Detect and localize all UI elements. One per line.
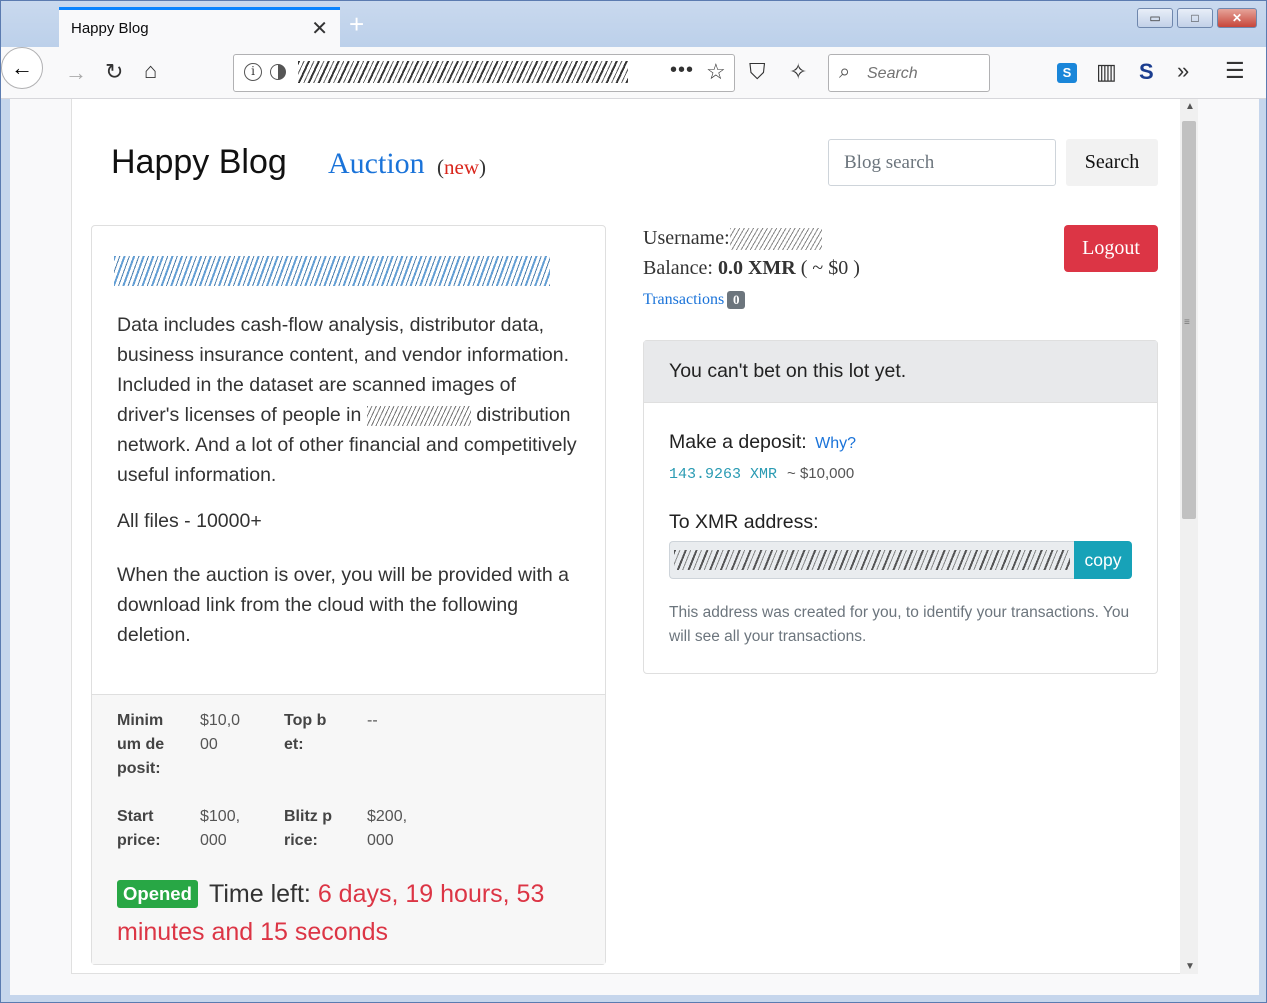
lot-note: When the auction is over, you will be pr… [117, 564, 569, 646]
tab-close-icon[interactable]: ✕ [311, 16, 328, 41]
why-link[interactable]: Why? [815, 435, 856, 452]
start-price-value: $100,000 [200, 808, 241, 849]
new-label: (new) [437, 155, 486, 179]
auction-link[interactable]: Auction [328, 147, 425, 181]
lot-card: Data includes cash-flow analysis, distri… [91, 225, 606, 965]
url-text-redacted[interactable] [298, 61, 628, 83]
deposit-amount: 143.9263 XMR ~ $10,000 [669, 465, 854, 483]
bookmark-star-icon[interactable]: ☆ [706, 59, 726, 85]
bet-status-text: You can't bet on this lot yet. [669, 360, 907, 382]
blog-search-input[interactable]: Blog search [828, 139, 1056, 186]
top-bet-value: -- [367, 712, 378, 729]
forward-arrow-icon[interactable]: → [65, 62, 87, 84]
minimize-button[interactable]: ▭ [1137, 8, 1173, 28]
bet-card: You can't bet on this lot yet. Make a de… [643, 340, 1158, 674]
blitz-price-label: Blitz price: [284, 808, 332, 849]
start-price-label: Start price: [117, 808, 161, 849]
logout-button[interactable]: Logout [1064, 225, 1158, 272]
balance-value: 0.0 XMR [717, 257, 796, 279]
blitz-price-value: $200,000 [367, 808, 408, 849]
usd-amount: ~ $10,000 [787, 465, 855, 482]
lot-description: Data includes cash-flow analysis, distri… [117, 314, 577, 486]
browser-tab[interactable]: Happy Blog ✕ [59, 7, 340, 47]
new-tab-button[interactable]: + [349, 11, 364, 37]
bet-card-header: You can't bet on this lot yet. [644, 341, 1157, 403]
min-deposit-value: $10,000 [200, 712, 241, 753]
page-container: Happy Blog Auction (new) Blog search Sea… [71, 99, 1181, 974]
xmr-address-label: To XMR address: [669, 511, 819, 533]
transactions-link[interactable]: Transactions 0 [643, 291, 746, 309]
sidebar-icon[interactable]: ▥ [1096, 61, 1117, 83]
magic-wand-icon[interactable]: ✧ [789, 61, 807, 83]
browser-search-bar[interactable]: ⌕ Search [828, 54, 990, 92]
browser-search-placeholder: Search [867, 65, 918, 82]
address-bar[interactable]: i ••• ☆ [233, 54, 735, 92]
transactions-count-badge: 0 [727, 291, 746, 309]
balance: Balance: 0.0 XMR ( ~ $0 ) [643, 257, 860, 279]
tab-title: Happy Blog [71, 20, 149, 37]
window-close-button[interactable]: ✕ [1217, 8, 1257, 28]
skype-extension-icon[interactable]: S [1057, 63, 1077, 83]
scroll-up-arrow-icon[interactable]: ▲ [1185, 101, 1195, 112]
page-viewport: Happy Blog Auction (new) Blog search Sea… [10, 99, 1259, 995]
top-bet-label: Top bet: [284, 712, 327, 753]
redacted-username [729, 228, 822, 251]
tracking-protection-icon[interactable] [270, 64, 286, 80]
info-icon[interactable]: i [244, 63, 262, 81]
vertical-scrollbar[interactable]: ▲ ≡ ▼ [1180, 99, 1198, 974]
overflow-chevron-icon[interactable]: » [1177, 60, 1189, 82]
back-arrow-icon[interactable]: ← [1, 47, 43, 89]
redacted-address [674, 550, 1070, 570]
page-actions-icon[interactable]: ••• [670, 59, 694, 82]
navigation-toolbar: ← → ↻ ⌂ i ••• ☆ ⛉ ✧ ⌕ Search S ▥ S » ☰ [1, 47, 1266, 99]
redacted-text [366, 405, 471, 426]
username: Username: [643, 227, 822, 251]
status-badge: Opened [117, 880, 198, 908]
site-brand[interactable]: Happy Blog [111, 143, 287, 182]
title-bar: Happy Blog ✕ + ▭ □ ✕ [1, 1, 1266, 47]
lot-title-redacted [114, 256, 550, 286]
s-extension-icon[interactable]: S [1139, 59, 1154, 85]
copy-button[interactable]: copy [1074, 541, 1132, 579]
lot-stats: Minimum deposit: $10,000 Top bet: -- Sta… [92, 694, 605, 964]
hamburger-menu-icon[interactable]: ☰ [1225, 60, 1245, 82]
address-help-text: This address was created for you, to ide… [669, 604, 1130, 645]
maximize-button[interactable]: □ [1177, 8, 1213, 28]
lot-files-count: All files - 10000+ [117, 510, 262, 532]
scroll-grip-icon: ≡ [1184, 317, 1190, 328]
xmr-amount: 143.9263 XMR [669, 466, 778, 483]
shield-icon[interactable]: ⛉ [749, 61, 766, 83]
min-deposit-label: Minimum deposit: [117, 712, 165, 777]
reload-icon[interactable]: ↻ [105, 61, 123, 83]
xmr-address-field[interactable] [669, 541, 1074, 579]
search-icon: ⌕ [839, 61, 851, 83]
deposit-label: Make a deposit: Why? [669, 431, 856, 453]
scroll-down-arrow-icon[interactable]: ▼ [1185, 961, 1195, 972]
home-icon[interactable]: ⌂ [144, 60, 157, 82]
search-button[interactable]: Search [1066, 139, 1158, 186]
browser-window: Happy Blog ✕ + ▭ □ ✕ ← → ↻ ⌂ i ••• ☆ ⛉ ✧… [0, 0, 1267, 1003]
